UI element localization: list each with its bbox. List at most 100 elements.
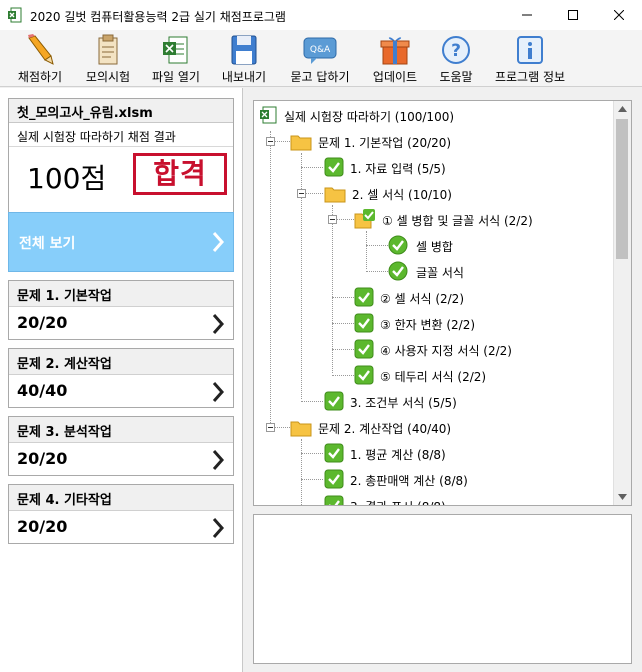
title-bar: 2020 길벗 컴퓨터활용능력 2급 실기 채점프로그램 (0, 0, 642, 31)
maximize-button[interactable] (550, 0, 596, 30)
grade-label: 채점하기 (17, 70, 63, 84)
help-icon: ? (442, 36, 470, 64)
tree-node-label: 실제 시험장 따라하기 (100/100) (284, 110, 455, 124)
chevron-right-icon (212, 232, 225, 252)
tree-node-label: 셀 병합 (416, 240, 453, 254)
tree-collapse-toggle[interactable] (328, 215, 337, 224)
view-all-button[interactable]: 전체 보기 (8, 212, 234, 272)
tree-connector (301, 167, 323, 168)
update-label: 업데이트 (372, 70, 418, 84)
tree-node-label: 2. 셀 서식 (10/10) (352, 188, 452, 202)
tree-connector (332, 205, 333, 373)
left-panel: 첫_모의고사_유림.xlsm 실제 시험장 따라하기 채점 결과 100점 합격… (0, 88, 243, 672)
checkbox-checked-icon (354, 287, 374, 307)
info-icon (517, 36, 543, 64)
check-circle-icon (388, 261, 408, 281)
tree-connector (301, 401, 323, 402)
program-info-button[interactable]: 프로그램 정보 (488, 34, 572, 84)
toolbar: 채점하기 모의시험 파일 열기 내보내기 Q&A 묻고 답하기 업데이트 ? 도… (0, 30, 642, 87)
problem-card-4[interactable]: 문제 4. 기타작업 20/20 (8, 484, 234, 544)
tree-connector (301, 505, 323, 506)
help-label: 도움말 (439, 70, 473, 84)
folder-icon (290, 135, 312, 151)
tree-node-label: 1. 자료 입력 (5/5) (350, 162, 446, 176)
tree-node-label: 3. 조건부 서식 (5/5) (350, 396, 457, 410)
qa-icon: Q&A (303, 37, 337, 64)
excel-file-icon (163, 36, 188, 64)
folder-check-icon (354, 209, 375, 229)
program-info-label: 프로그램 정보 (494, 70, 566, 84)
excel-file-icon (260, 106, 277, 124)
maximize-icon (568, 10, 578, 20)
folder-icon (290, 421, 312, 437)
tree-connector (366, 231, 367, 269)
scrollbar-thumb[interactable] (616, 119, 628, 259)
result-tree[interactable]: 실제 시험장 따라하기 (100/100) 문제 1. 기본작업 (20/20)… (253, 100, 632, 506)
pencil-icon (28, 34, 54, 65)
minimize-button[interactable] (504, 0, 550, 30)
tree-connector (301, 453, 323, 454)
checkbox-checked-icon (354, 313, 374, 333)
checkbox-checked-icon (354, 365, 374, 385)
qa-button[interactable]: Q&A 묻고 답하기 (282, 34, 358, 84)
view-all-label: 전체 보기 (19, 236, 76, 252)
tree-connector (332, 349, 354, 350)
save-icon (231, 35, 257, 65)
problem-score: 20/20 (17, 517, 68, 536)
close-button[interactable] (596, 0, 642, 30)
update-button[interactable]: 업데이트 (366, 34, 424, 84)
tree-connector (332, 323, 354, 324)
problem-card-2[interactable]: 문제 2. 계산작업 40/40 (8, 348, 234, 408)
mock-exam-label: 모의시험 (85, 70, 131, 84)
problem-score: 40/40 (17, 381, 68, 400)
problem-title: 문제 1. 기본작업 (9, 281, 233, 307)
minimize-icon (522, 14, 532, 16)
folder-icon (324, 187, 346, 203)
export-label: 내보내기 (221, 70, 267, 84)
checkbox-checked-icon (324, 157, 344, 177)
grade-button[interactable]: 채점하기 (8, 34, 72, 84)
help-button[interactable]: ? 도움말 (430, 34, 482, 84)
problem-card-1[interactable]: 문제 1. 기본작업 20/20 (8, 280, 234, 340)
checkbox-checked-icon (324, 469, 344, 489)
app-icon (8, 7, 22, 23)
close-icon (614, 10, 624, 20)
problem-title: 문제 2. 계산작업 (9, 349, 233, 375)
tree-node-label: 3. 결과 표시 (8/8) (350, 498, 446, 505)
file-name: 첫_모의고사_유림.xlsm (9, 99, 233, 123)
scroll-down-icon (618, 494, 627, 500)
tree-connector (301, 479, 323, 480)
problem-card-3[interactable]: 문제 3. 분석작업 20/20 (8, 416, 234, 476)
mock-exam-button[interactable]: 모의시험 (78, 34, 138, 84)
export-button[interactable]: 내보내기 (214, 34, 274, 84)
gift-icon (380, 37, 410, 65)
qa-label: 묻고 답하기 (290, 70, 350, 84)
tree-connector (332, 375, 354, 376)
tree-node-label: 2. 총판매액 계산 (8/8) (350, 474, 468, 488)
checkbox-checked-icon (324, 495, 344, 505)
tree-scrollbar[interactable] (613, 101, 631, 505)
chevron-right-icon (212, 518, 225, 538)
tree-collapse-toggle[interactable] (266, 137, 275, 146)
tree-node-label: 1. 평균 계산 (8/8) (350, 448, 446, 462)
tree-node-label: ④ 사용자 지정 서식 (2/2) (380, 344, 512, 358)
open-file-button[interactable]: 파일 열기 (144, 34, 208, 84)
checkbox-checked-icon (324, 443, 344, 463)
tree-node-label: 문제 1. 기본작업 (20/20) (318, 136, 452, 150)
checkbox-checked-icon (324, 391, 344, 411)
result-title: 실제 시험장 따라하기 채점 결과 (9, 123, 233, 147)
tree-connector (366, 271, 388, 272)
tree-node-label: ③ 한자 변환 (2/2) (380, 318, 476, 332)
chevron-right-icon (212, 450, 225, 470)
tree-node-label: ① 셀 병합 및 글꼴 서식 (2/2) (382, 214, 533, 228)
problem-title: 문제 3. 분석작업 (9, 417, 233, 443)
tree-connector (270, 131, 271, 431)
tree-collapse-toggle[interactable] (266, 423, 275, 432)
result-summary: 첫_모의고사_유림.xlsm 실제 시험장 따라하기 채점 결과 100점 합격 (8, 98, 234, 218)
open-file-label: 파일 열기 (152, 70, 200, 84)
problem-title: 문제 4. 기타작업 (9, 485, 233, 511)
problem-score: 20/20 (17, 449, 68, 468)
problem-score: 20/20 (17, 313, 68, 332)
tree-collapse-toggle[interactable] (297, 189, 306, 198)
tree-connector (332, 297, 354, 298)
